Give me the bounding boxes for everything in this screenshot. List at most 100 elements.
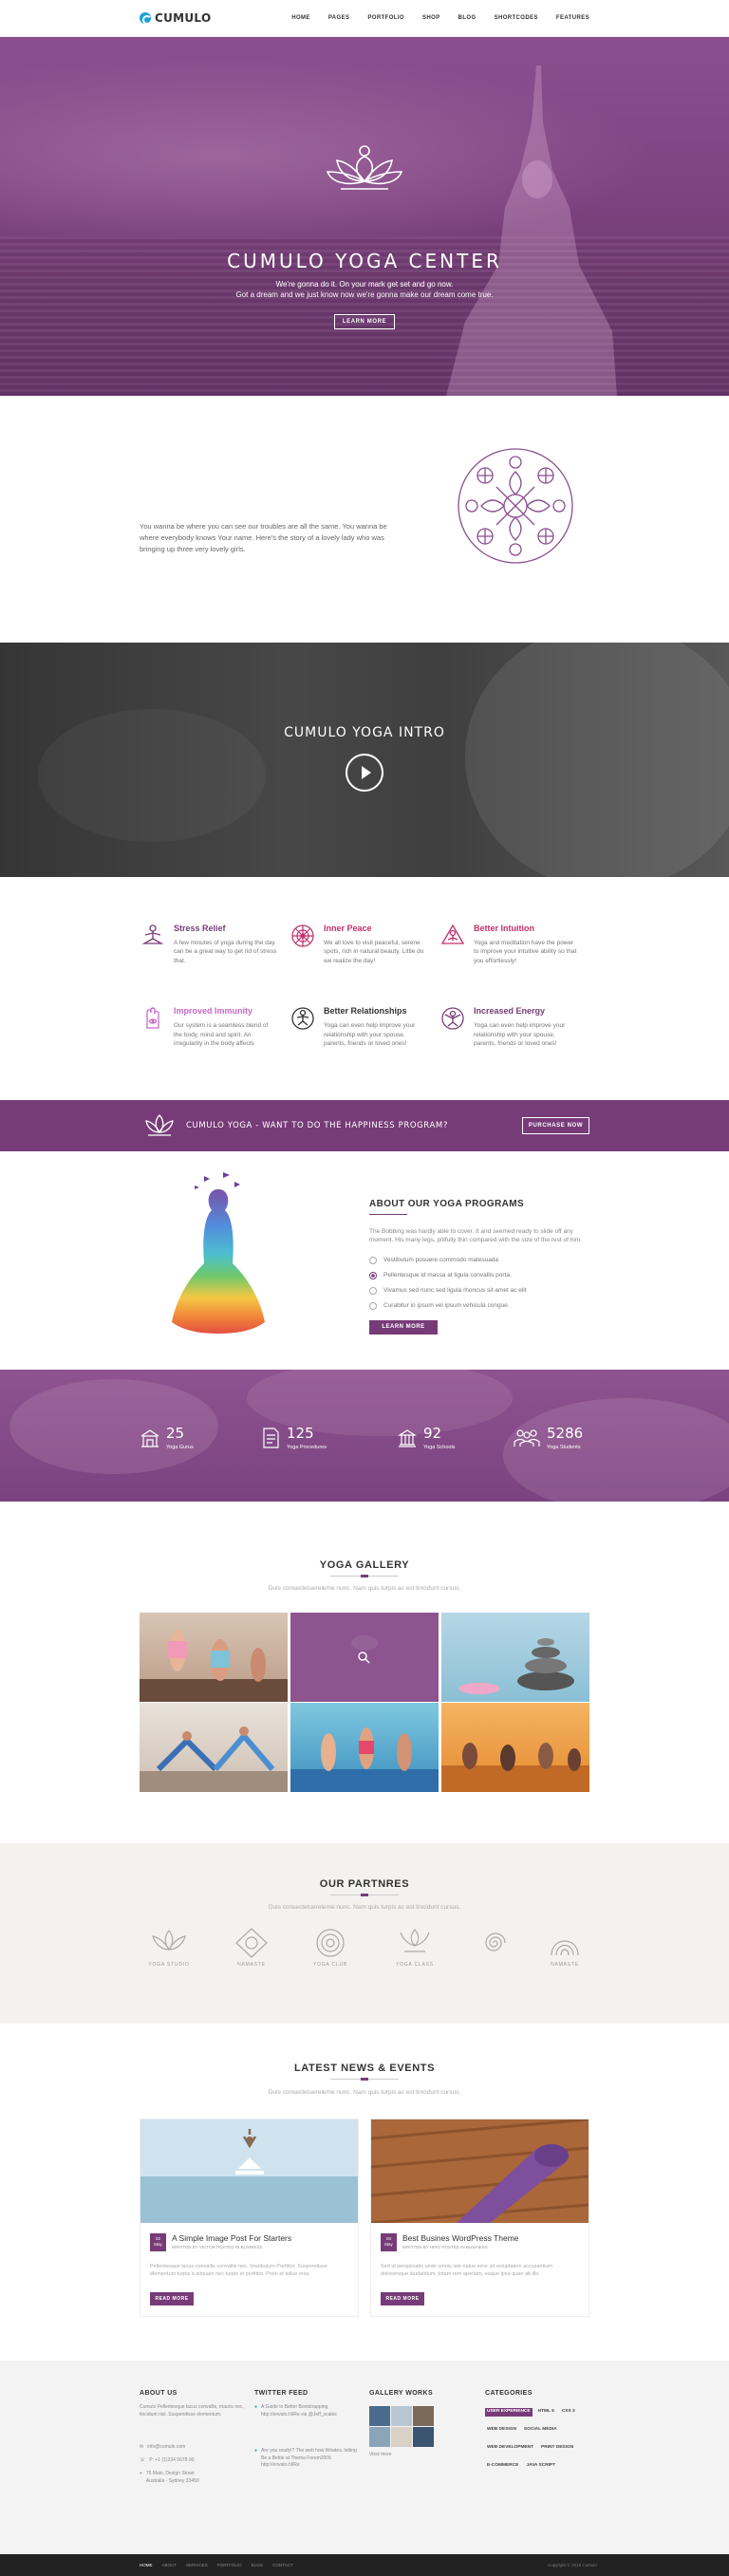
post-excerpt: Pellentesque lacus convallis convallis n… — [150, 2264, 327, 2277]
footer-nav-contact[interactable]: CONTACT — [272, 2563, 292, 2569]
hero-learn-more-button[interactable]: LEARN MORE — [334, 314, 395, 329]
yoga-stretch-photo — [140, 1727, 288, 1792]
footer-nav-about[interactable]: ABOUT — [162, 2563, 178, 2569]
footer-nav-home[interactable]: HOME — [140, 2563, 153, 2569]
hamsa-hand-icon — [146, 1007, 159, 1029]
gallery-image-3[interactable] — [441, 1613, 589, 1702]
news-card-2[interactable]: 04 May Best Busines WordPress Theme WRITT… — [370, 2119, 589, 2317]
post-title[interactable]: A Simple Image Post For Starters — [172, 2232, 291, 2244]
bottom-bar: HOME ABOUT SERVICES PORTFOLIO BLOG CONTA… — [0, 2554, 729, 2576]
feature-title: Improved Immunity — [174, 1006, 253, 1017]
program-option-2[interactable]: Pellentesque id massa at ligula convalli… — [369, 1271, 597, 1279]
date-badge: 04 May — [381, 2233, 397, 2251]
yoga-mat-photo — [371, 2119, 589, 2223]
tweet-2[interactable]: ● Are you ready!? The web how Wirates, le… — [254, 2448, 357, 2470]
program-option-1[interactable]: Vestibulum posuere commodo malesuada — [369, 1256, 597, 1264]
partner-logo-spiral[interactable] — [472, 1927, 519, 1969]
category-tag[interactable]: WEB DEVELOPMENT — [485, 2444, 535, 2453]
partner-logo-yoga-studio[interactable]: YOGA STUDIO — [145, 1927, 193, 1969]
partner-logo-namaste-2[interactable]: NAMASTE — [541, 1927, 589, 1969]
category-tag[interactable]: SOCIAL MEDIA — [522, 2426, 559, 2435]
beach-yoga-photo — [140, 2119, 358, 2223]
category-tag[interactable]: E-COMMERCE — [485, 2462, 520, 2471]
stat-label: Yoga Students — [547, 1444, 581, 1450]
category-tag[interactable]: PRINT DESIGN — [539, 2444, 575, 2453]
partner-flower-icon — [400, 1929, 430, 1952]
footer-nav-blog[interactable]: BLOG — [252, 2563, 264, 2569]
hero-subtitle-line1: We're gonna do it. On your mark get set … — [275, 280, 454, 289]
news-subtitle: Duis consectetuereleme nunc. Nam quis tu… — [268, 2089, 461, 2096]
partner-logo-namaste[interactable]: NAMASTE — [228, 1927, 275, 1969]
partner-logo-yoga-class[interactable]: YOGA CLASS — [391, 1927, 439, 1969]
nav-item-blog[interactable]: BLOG — [458, 14, 477, 23]
site-logo[interactable]: CUMULO — [140, 10, 211, 27]
footer-gallery-thumb[interactable] — [413, 2427, 434, 2447]
category-tag[interactable]: WEB DESIGN — [485, 2426, 518, 2435]
footer-email[interactable]: ✉ info@cumulo.com — [140, 2444, 185, 2452]
feature-inner-peace: Inner Peace We all love to visit peaceful… — [290, 923, 439, 965]
date-month: May — [384, 2241, 393, 2247]
nav-item-home[interactable]: HOME — [291, 14, 310, 23]
view-more-link[interactable]: View more — [369, 2452, 392, 2459]
purchase-now-button[interactable]: PURCHASE NOW — [522, 1117, 589, 1134]
title-divider — [330, 1575, 399, 1577]
footer-gallery-thumb[interactable] — [391, 2406, 412, 2426]
gallery-image-2-hover[interactable] — [290, 1613, 439, 1702]
partner-spiral-icon — [485, 1932, 506, 1951]
copyright: Copyright © 2015 Cumulo — [548, 2563, 597, 2567]
post-meta: WRITTEN BY HIRO POSTED IN BUSINESS — [402, 2245, 488, 2249]
yoga-person-icon — [291, 1007, 314, 1030]
program-option-3[interactable]: Vivamus sed nunc sed ligula rhoncus sit … — [369, 1286, 597, 1295]
partner-diamond-icon — [235, 1928, 268, 1958]
nav-item-shop[interactable]: SHOP — [422, 14, 440, 23]
category-tag[interactable]: USER EXPERIENCE — [485, 2408, 533, 2417]
about-learn-more-button[interactable]: LEARN MORE — [369, 1320, 438, 1335]
stat-procedures: 125 Yoga Procedures — [260, 1424, 327, 1452]
footer-gallery-thumb[interactable] — [369, 2427, 390, 2447]
footer-gallery-thumb[interactable] — [413, 2406, 434, 2426]
post-title[interactable]: Best Busines WordPress Theme — [402, 2232, 519, 2244]
stats-section: 25 Yoga Gurus 125 Yoga Procedures 92 Yoga S… — [0, 1370, 729, 1502]
nav-item-pages[interactable]: PAGES — [328, 14, 350, 23]
category-tag[interactable]: HTML 5 — [536, 2408, 556, 2417]
news-title: LATEST NEWS & EVENTS — [293, 2063, 436, 2074]
nav-item-features[interactable]: FEATURES — [556, 14, 589, 23]
tweet-text: Are you ready!? The web how Wirates, let… — [261, 2448, 357, 2468]
gallery-image-5[interactable] — [290, 1703, 439, 1792]
gallery-image-1[interactable] — [140, 1613, 288, 1702]
footer-nav-portfolio[interactable]: PORTFOLIO — [217, 2563, 242, 2569]
site-header: CUMULO HOME PAGES PORTFOLIO SHOP BLOG SH… — [0, 0, 729, 37]
lotus-pose-icon — [440, 924, 465, 944]
stat-number: 25 — [166, 1425, 185, 1442]
partner-logo-yoga-club[interactable]: YOGA CLUB — [307, 1927, 354, 1969]
date-badge: 02 May — [150, 2233, 166, 2251]
stat-number: 92 — [423, 1425, 442, 1442]
footer-gallery-thumb[interactable] — [369, 2406, 390, 2426]
footer-categories-title: CATEGORIES — [485, 2390, 533, 2397]
gallery-section: YOGA GALLERY Duis consectetuereleme nunc… — [0, 1502, 729, 1843]
nav-item-shortcodes[interactable]: SHORTCODES — [495, 14, 538, 23]
intro-text: You wanna be where you can see our troub… — [140, 522, 387, 553]
site-footer: ABOUT US Cumulo Pellentesque lacus conva… — [0, 2361, 729, 2554]
program-option-4[interactable]: Curabitur in ipsum vel ipsum vehicula co… — [369, 1301, 597, 1310]
stat-gurus: 25 Yoga Gurus — [140, 1424, 194, 1452]
partners-section: OUR PARTNRES Duis consectetuereleme nunc… — [0, 1843, 729, 2024]
nav-item-portfolio[interactable]: PORTFOLIO — [367, 14, 404, 23]
footer-nav-services[interactable]: SERVICES — [186, 2563, 208, 2569]
option-label: Vivamus sed nunc sed ligula rhoncus sit … — [383, 1287, 527, 1294]
category-tag[interactable]: JAVA SCRIPT — [524, 2462, 557, 2471]
news-card-1[interactable]: 02 May A Simple Image Post For Starters W… — [140, 2119, 359, 2317]
gallery-image-4[interactable] — [140, 1703, 288, 1792]
read-more-button[interactable]: READ MORE — [381, 2292, 424, 2305]
play-button-icon[interactable] — [346, 754, 383, 792]
about-text: The Bobbing was hardly able to cover. It… — [369, 1228, 582, 1244]
footer-gallery-thumb[interactable] — [391, 2427, 412, 2447]
gallery-image-6[interactable] — [441, 1703, 589, 1792]
partner-arch-icon — [551, 1940, 579, 1956]
tweet-1[interactable]: ● A Guide to Better Bootstrapping http://… — [254, 2404, 357, 2418]
stat-label: Yoga Procedures — [287, 1444, 327, 1450]
read-more-button[interactable]: READ MORE — [150, 2292, 194, 2305]
footer-gallery-title: GALLERY WORKS — [369, 2390, 434, 2397]
zen-stones-photo — [458, 1638, 574, 1694]
category-tag[interactable]: CSS 3 — [560, 2408, 577, 2417]
